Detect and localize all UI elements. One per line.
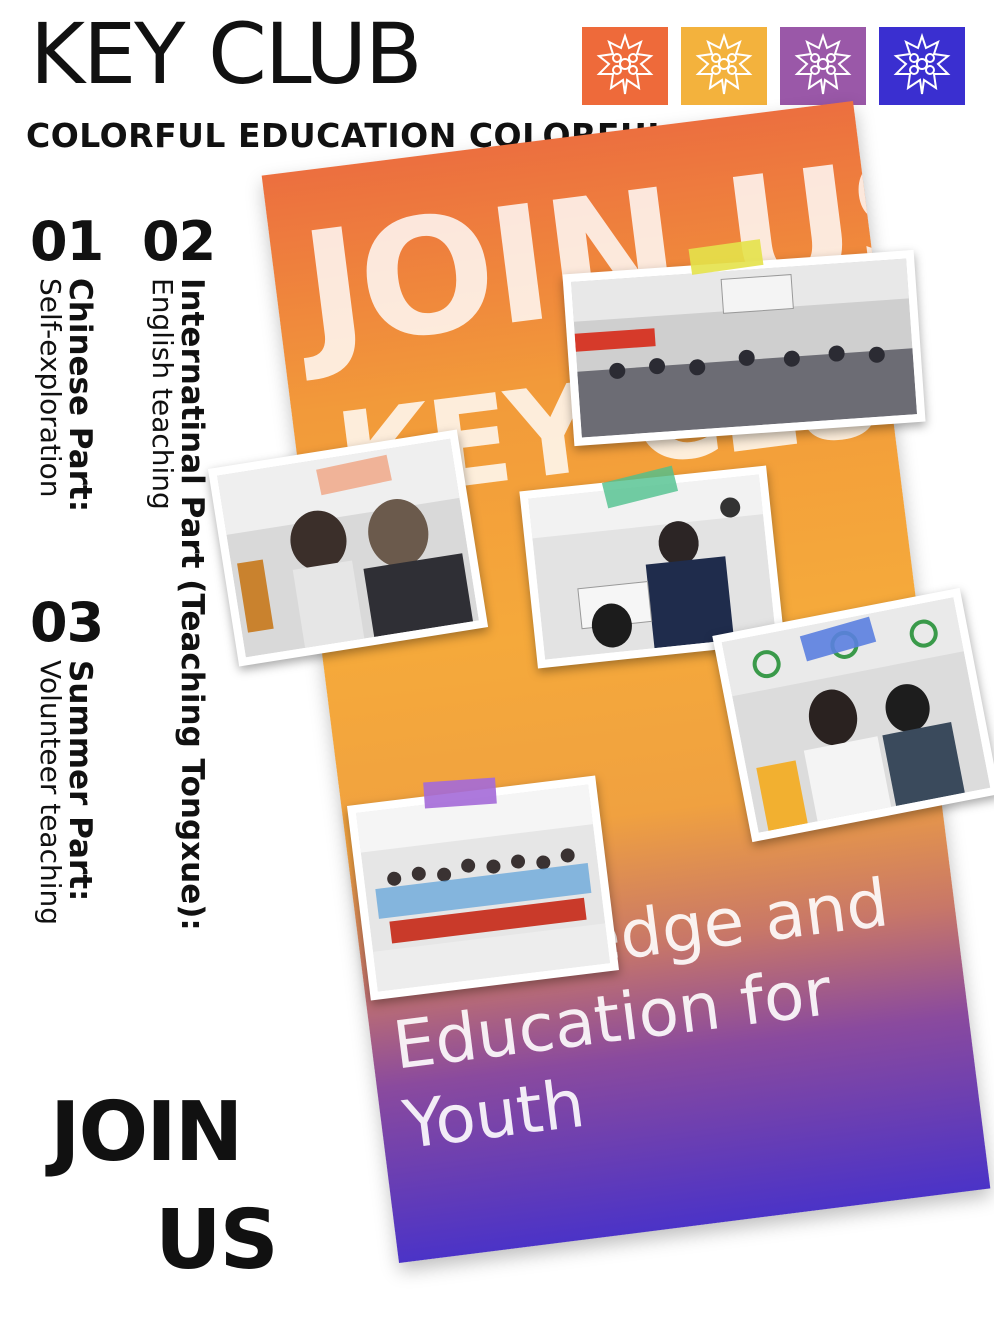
key-club-logo-yellow	[681, 27, 767, 105]
photo-classroom-presentation	[562, 249, 926, 447]
part-03-text: Summer Part: Volunteer teaching	[34, 660, 98, 926]
part-03-subtitle: Volunteer teaching	[34, 660, 67, 926]
page-title: KEY CLUB	[30, 5, 423, 103]
photo-group-banner	[346, 775, 620, 1001]
key-club-logo-purple	[780, 27, 866, 105]
part-02-title: Internatinal Part (Teaching Tongxue):	[174, 278, 210, 931]
part-01-title: Chinese Part:	[62, 278, 98, 513]
emblem-icon	[794, 32, 852, 95]
part-01-subtitle: Self-exploration	[34, 278, 67, 498]
part-02-subtitle: English teaching	[146, 278, 179, 510]
part-number-01: 01	[30, 210, 104, 273]
emblem-icon	[893, 32, 951, 95]
emblem-icon	[695, 32, 753, 95]
join-cta-line2: US	[155, 1193, 279, 1288]
part-number-02: 02	[142, 210, 216, 273]
key-club-logo-orange	[582, 27, 668, 105]
part-03-title: Summer Part:	[62, 660, 98, 902]
emblem-icon	[596, 32, 654, 95]
key-club-logo-blue	[879, 27, 965, 105]
part-number-03: 03	[30, 591, 104, 654]
part-02-text: Internatinal Part (Teaching Tongxue): En…	[146, 278, 210, 931]
part-01-text: Chinese Part: Self-exploration	[34, 278, 98, 513]
logo-row	[582, 27, 965, 105]
join-cta-line1: JOIN	[50, 1085, 243, 1180]
tape-purple	[423, 777, 497, 809]
